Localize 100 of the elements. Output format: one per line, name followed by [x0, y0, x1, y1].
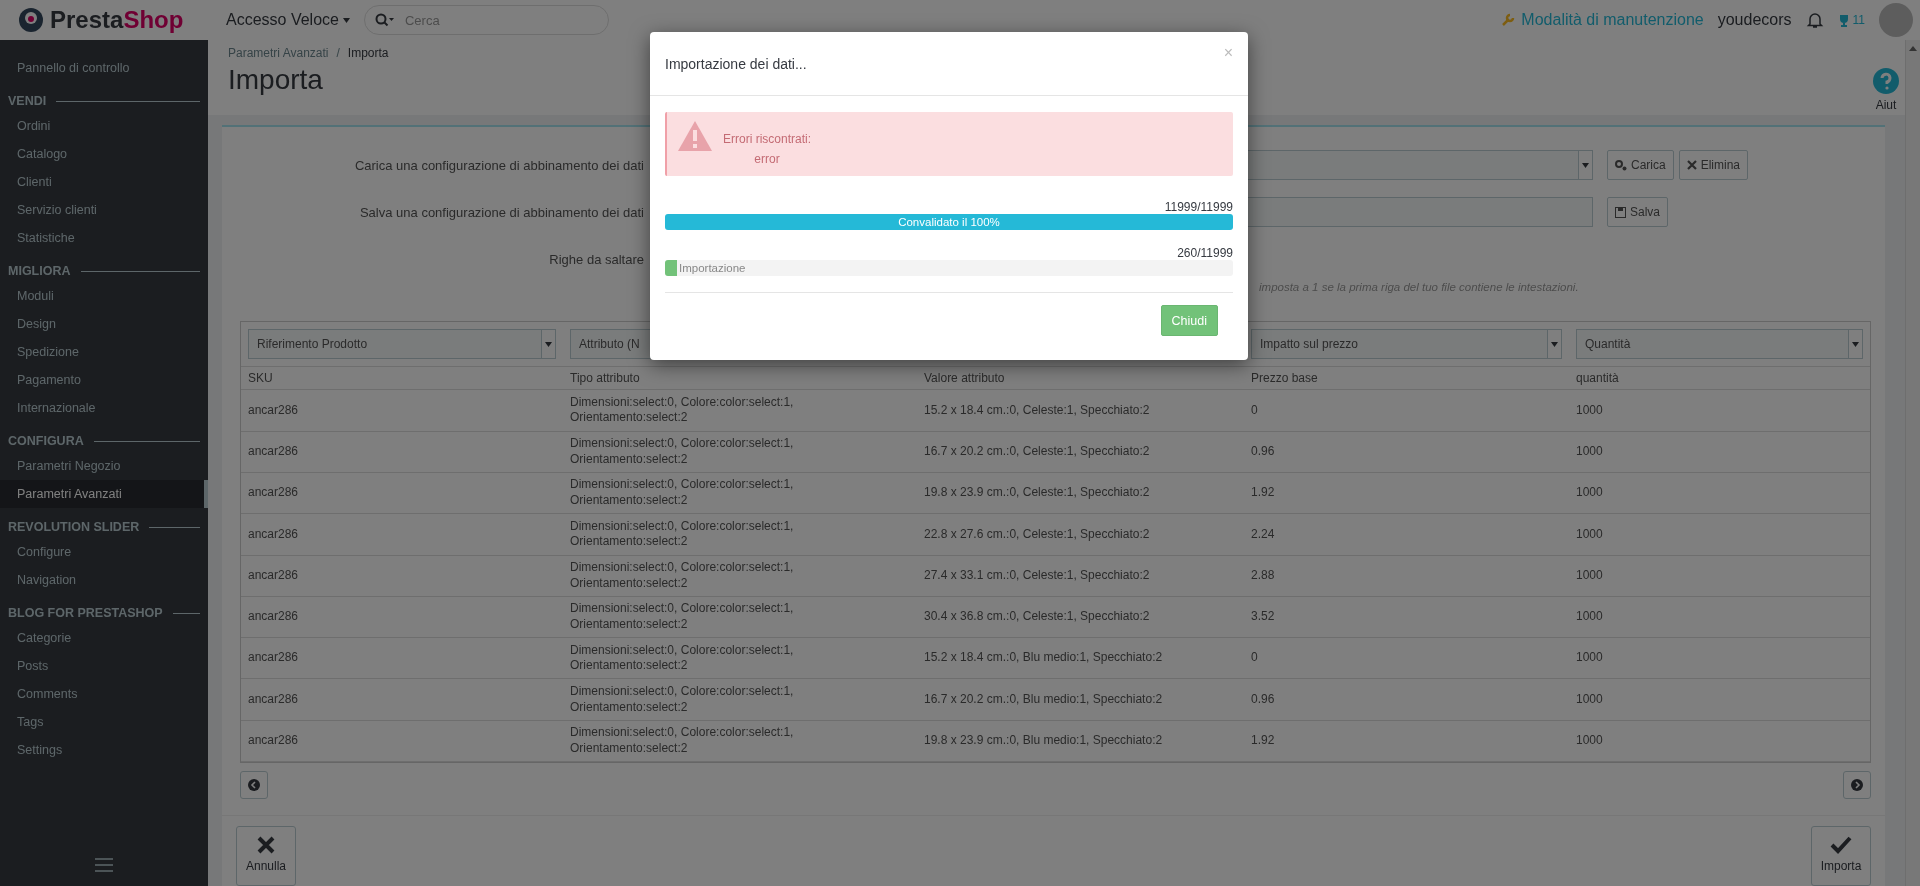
table-cell: Dimensioni:select:0, Colore:color:select:1, Orientamento:select:2	[563, 555, 917, 597]
floppy-icon	[1615, 206, 1626, 218]
next-button[interactable]	[1843, 771, 1871, 799]
sidebar-item[interactable]: Comments	[0, 680, 208, 708]
caret-icon	[545, 341, 552, 347]
table-cell: 0	[1244, 638, 1569, 680]
sidebar-item[interactable]: Moduli	[0, 282, 208, 310]
sidebar-item[interactable]: Posts	[0, 652, 208, 680]
table-cell: 30.4 x 36.8 cm.:0, Celeste:1, Specchiato:2	[917, 596, 1244, 639]
sidebar-section-title: BLOG FOR PRESTASHOP	[8, 606, 163, 620]
help-button[interactable]: Aiut	[1867, 46, 1905, 112]
table-cell: ancar286	[241, 720, 563, 762]
caret-icon	[342, 17, 350, 23]
table-cell: ancar286	[241, 472, 563, 515]
maintenance-link[interactable]: Modalità di manutenzione	[1501, 11, 1704, 29]
sidebar-section-title: MIGLIORA	[8, 264, 71, 278]
table-cell: 2.24	[1244, 514, 1569, 556]
table-cell: ancar286	[241, 638, 563, 680]
sidebar-item[interactable]: Servizio clienti	[0, 196, 208, 224]
quick-access-menu[interactable]: Accesso Veloce	[226, 11, 350, 29]
cancel-button[interactable]: Annulla	[236, 826, 296, 886]
trophy-counter[interactable]: 11	[1837, 13, 1865, 27]
close-dialog-button[interactable]: Chiudi	[1160, 305, 1218, 336]
sidebar-item[interactable]: Parametri Avanzati	[0, 480, 208, 508]
sidebar-item[interactable]: Settings	[0, 736, 208, 764]
sidebar-item[interactable]: Configure	[0, 538, 208, 566]
delete-button[interactable]: Elimina	[1678, 150, 1749, 181]
table-cell: 1.92	[1244, 472, 1569, 515]
table-cell: 0.96	[1244, 431, 1569, 473]
sidebar-item[interactable]: Categorie	[0, 624, 208, 652]
sidebar-item[interactable]: Statistiche	[0, 224, 208, 252]
bell-icon	[1805, 11, 1824, 29]
breadcrumb-separator: /	[336, 46, 340, 60]
sidebar-item[interactable]: Tags	[0, 708, 208, 736]
table-cell: 1000	[1569, 390, 1870, 432]
sidebar-item[interactable]: Clienti	[0, 168, 208, 196]
sidebar-item[interactable]: Ordini	[0, 112, 208, 140]
close-button[interactable]: ×	[1223, 44, 1233, 62]
table-cell: 1000	[1569, 514, 1870, 556]
table-cell: 1000	[1569, 720, 1870, 762]
save-button[interactable]: Salva	[1607, 197, 1669, 228]
sidebar-item[interactable]: Design	[0, 310, 208, 338]
table-cell: 19.8 x 23.9 cm.:0, Blu medio:1, Specchiato:2	[917, 720, 1244, 762]
menu-icon	[95, 858, 113, 872]
sidebar-item[interactable]: Navigation	[0, 566, 208, 594]
table-cell: 1000	[1569, 472, 1870, 515]
previous-button[interactable]	[240, 771, 268, 799]
form-label: Righe da saltare	[548, 251, 645, 267]
load-button[interactable]: Carica	[1607, 150, 1674, 181]
sidebar-item[interactable]: Catalogo	[0, 140, 208, 168]
table-cell: 16.7 x 20.2 cm.:0, Celeste:1, Specchiato:2	[917, 431, 1244, 473]
table-cell: Dimensioni:select:0, Colore:color:select:1, Orientamento:select:2	[563, 514, 917, 556]
progress-count: 11999/11999	[1163, 200, 1233, 214]
sidebar-item[interactable]: Pannello di controllo	[0, 54, 208, 82]
table-cell: Dimensioni:select:0, Colore:color:select:1, Orientamento:select:2	[563, 431, 917, 473]
caret-icon	[1582, 162, 1589, 168]
table-cell: 1000	[1569, 431, 1870, 473]
progress-label: Convalidato il 100%	[897, 215, 1001, 230]
breadcrumb-link[interactable]: Importa	[347, 46, 389, 60]
import-button[interactable]: Importa	[1811, 826, 1871, 886]
progress-count: 260/11999	[1176, 246, 1233, 260]
breadcrumb-link[interactable]: Parametri Avanzati	[228, 46, 329, 60]
column-mapping-select[interactable]: Riferimento Prodotto	[248, 329, 556, 360]
sidebar-item[interactable]: Parametri Negozio	[0, 452, 208, 480]
table-cell: Dimensioni:select:0, Colore:color:select:1, Orientamento:select:2	[563, 720, 917, 762]
column-mapping-select[interactable]: Quantità	[1576, 329, 1863, 360]
caret-icon	[1551, 341, 1558, 347]
check-icon	[1830, 835, 1852, 855]
chevron-right-icon	[1851, 779, 1863, 791]
progress-label: Importazione	[679, 261, 746, 276]
gears-icon	[1615, 159, 1627, 172]
shop-name: youdecors	[1717, 11, 1792, 29]
trophy-icon	[1837, 13, 1850, 27]
table-cell: Dimensioni:select:0, Colore:color:select:1, Orientamento:select:2	[563, 472, 917, 515]
column-header: Prezzo base	[1244, 366, 1569, 391]
table-cell: Dimensioni:select:0, Colore:color:select:1, Orientamento:select:2	[563, 638, 917, 680]
table-cell: ancar286	[241, 390, 563, 432]
column-mapping-select[interactable]: Impatto sul prezzo	[1251, 329, 1562, 360]
dialog-title: Importazione dei dati...	[665, 55, 807, 72]
scroll-up-icon	[1909, 46, 1917, 51]
chevron-left-icon	[248, 779, 260, 791]
wrench-icon	[1501, 13, 1516, 27]
alert-message: error	[754, 152, 780, 166]
sidebar-item[interactable]: Spedizione	[0, 338, 208, 366]
table-cell: 1000	[1569, 679, 1870, 721]
sidebar-item[interactable]: Pagamento	[0, 366, 208, 394]
table-cell: 2.88	[1244, 555, 1569, 597]
table-cell: 1.92	[1244, 720, 1569, 762]
column-header: quantità	[1569, 366, 1870, 391]
alert-title: Errori riscontrati:	[723, 132, 811, 146]
table-cell: 19.8 x 23.9 cm.:0, Celeste:1, Specchiato:2	[917, 472, 1244, 515]
table-cell: 1000	[1569, 638, 1870, 680]
sidebar-item[interactable]: Internazionale	[0, 394, 208, 422]
table-cell: ancar286	[241, 596, 563, 639]
logo-icon	[18, 7, 44, 33]
sidebar-section-title: VENDI	[8, 94, 47, 108]
table-cell: 27.4 x 33.1 cm.:0, Celeste:1, Specchiato:2	[917, 555, 1244, 597]
table-cell: 15.2 x 18.4 cm.:0, Celeste:1, Specchiato:2	[917, 390, 1244, 432]
table-cell: Dimensioni:select:0, Colore:color:select:1, Orientamento:select:2	[563, 679, 917, 721]
page-title: Importa	[228, 64, 324, 96]
